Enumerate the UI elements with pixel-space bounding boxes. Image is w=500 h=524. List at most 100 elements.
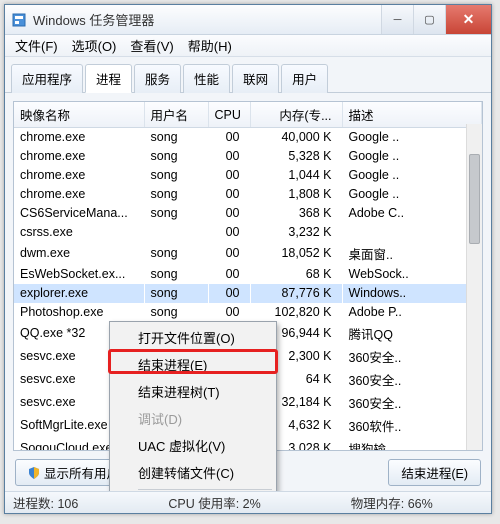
cell-desc: 360安全.. (342, 345, 482, 368)
window-controls: ─ ▢ ✕ (381, 5, 491, 34)
app-icon (11, 12, 27, 28)
close-button[interactable]: ✕ (445, 5, 491, 34)
cell-mem: 40,000 K (250, 128, 342, 147)
menu-help[interactable]: 帮助(H) (182, 34, 238, 57)
cell-user: song (144, 303, 208, 322)
table-row[interactable]: Photoshop.exesong00102,820 KAdobe P.. (14, 303, 482, 322)
cell-mem: 368 K (250, 204, 342, 223)
cell-desc: Adobe C.. (342, 204, 482, 223)
col-image-name[interactable]: 映像名称 (14, 102, 144, 128)
tab-performance[interactable]: 性能 (183, 64, 230, 93)
cell-image: CS6ServiceMana... (14, 204, 144, 223)
cell-user (144, 223, 208, 242)
cell-desc: Windows.. (342, 284, 482, 303)
end-process-button[interactable]: 结束进程(E) (388, 459, 481, 486)
scrollbar-thumb[interactable] (469, 154, 480, 244)
minimize-button[interactable]: ─ (381, 5, 413, 34)
ctx-item[interactable]: 结束进程(E) (112, 351, 274, 378)
ctx-item[interactable]: 打开文件位置(O) (112, 324, 274, 351)
titlebar[interactable]: Windows 任务管理器 ─ ▢ ✕ (5, 5, 491, 35)
table-row[interactable]: EsWebSocket.ex...song0068 KWebSock.. (14, 265, 482, 284)
cell-mem: 102,820 K (250, 303, 342, 322)
table-row[interactable]: chrome.exesong0040,000 KGoogle .. (14, 128, 482, 147)
cell-desc: 腾讯QQ (342, 322, 482, 345)
table-row[interactable]: explorer.exesong0087,776 KWindows.. (14, 284, 482, 303)
table-row[interactable]: CS6ServiceMana...song00368 KAdobe C.. (14, 204, 482, 223)
cell-desc: Google .. (342, 185, 482, 204)
ctx-separator (138, 489, 272, 490)
cell-image: explorer.exe (14, 284, 144, 303)
maximize-button[interactable]: ▢ (413, 5, 445, 34)
ctx-item: 调试(D) (112, 405, 274, 432)
cell-cpu: 00 (208, 303, 250, 322)
menubar: 文件(F) 选项(O) 查看(V) 帮助(H) (5, 35, 491, 57)
cell-image: chrome.exe (14, 166, 144, 185)
cell-desc: 桌面窗.. (342, 242, 482, 265)
menu-options[interactable]: 选项(O) (66, 34, 123, 57)
tab-services[interactable]: 服务 (134, 64, 181, 93)
content-area: 映像名称 用户名 CPU 内存(专... 描述 chrome.exesong00… (5, 93, 491, 491)
cell-mem: 1,808 K (250, 185, 342, 204)
cell-cpu: 00 (208, 204, 250, 223)
cell-image: chrome.exe (14, 147, 144, 166)
task-manager-window: Windows 任务管理器 ─ ▢ ✕ 文件(F) 选项(O) 查看(V) 帮助… (4, 4, 492, 514)
table-row[interactable]: csrss.exe 003,232 K (14, 223, 482, 242)
menu-file[interactable]: 文件(F) (9, 34, 64, 57)
cell-user: song (144, 242, 208, 265)
cell-cpu: 00 (208, 128, 250, 147)
tab-users[interactable]: 用户 (281, 64, 328, 93)
cell-desc: Google .. (342, 147, 482, 166)
status-memory: 物理内存: 66% (351, 493, 433, 512)
col-description[interactable]: 描述 (342, 102, 482, 128)
cell-user: song (144, 166, 208, 185)
ctx-item[interactable]: UAC 虚拟化(V) (112, 432, 274, 459)
tab-processes[interactable]: 进程 (85, 64, 132, 93)
cell-cpu: 00 (208, 242, 250, 265)
cell-mem: 1,044 K (250, 166, 342, 185)
table-row[interactable]: chrome.exesong001,044 KGoogle .. (14, 166, 482, 185)
cell-desc: Google .. (342, 128, 482, 147)
cell-desc: 360安全.. (342, 391, 482, 414)
context-menu: 打开文件位置(O)结束进程(E)结束进程树(T)调试(D)UAC 虚拟化(V)创… (109, 321, 277, 491)
table-row[interactable]: dwm.exesong0018,052 K桌面窗.. (14, 242, 482, 265)
cell-image: chrome.exe (14, 128, 144, 147)
cell-cpu: 00 (208, 223, 250, 242)
col-user[interactable]: 用户名 (144, 102, 208, 128)
cell-desc (342, 223, 482, 242)
scrollbar-vertical[interactable] (466, 124, 482, 450)
cell-mem: 5,328 K (250, 147, 342, 166)
tab-applications[interactable]: 应用程序 (11, 64, 83, 93)
ctx-item[interactable]: 创建转储文件(C) (112, 459, 274, 486)
cell-cpu: 00 (208, 147, 250, 166)
cell-mem: 68 K (250, 265, 342, 284)
window-title: Windows 任务管理器 (33, 10, 381, 29)
status-processes: 进程数: 106 (13, 493, 78, 512)
cell-image: chrome.exe (14, 185, 144, 204)
tab-networking[interactable]: 联网 (232, 64, 279, 93)
col-cpu[interactable]: CPU (208, 102, 250, 128)
table-row[interactable]: chrome.exesong001,808 KGoogle .. (14, 185, 482, 204)
table-header-row: 映像名称 用户名 CPU 内存(专... 描述 (14, 102, 482, 128)
cell-user: song (144, 185, 208, 204)
ctx-item[interactable]: 结束进程树(T) (112, 378, 274, 405)
cell-cpu: 00 (208, 166, 250, 185)
col-memory[interactable]: 内存(专... (250, 102, 342, 128)
cell-cpu: 00 (208, 284, 250, 303)
cell-desc: 360安全.. (342, 368, 482, 391)
cell-desc: 360软件.. (342, 414, 482, 437)
status-cpu: CPU 使用率: 2% (168, 493, 260, 512)
cell-desc: WebSock.. (342, 265, 482, 284)
cell-mem: 87,776 K (250, 284, 342, 303)
cell-desc: Google .. (342, 166, 482, 185)
menu-view[interactable]: 查看(V) (124, 34, 179, 57)
shield-icon (28, 467, 40, 479)
cell-image: csrss.exe (14, 223, 144, 242)
cell-mem: 18,052 K (250, 242, 342, 265)
cell-user: song (144, 147, 208, 166)
table-row[interactable]: chrome.exesong005,328 KGoogle .. (14, 147, 482, 166)
tab-strip: 应用程序 进程 服务 性能 联网 用户 (5, 57, 491, 93)
cell-desc: Adobe P.. (342, 303, 482, 322)
cell-mem: 3,232 K (250, 223, 342, 242)
cell-cpu: 00 (208, 265, 250, 284)
cell-image: EsWebSocket.ex... (14, 265, 144, 284)
